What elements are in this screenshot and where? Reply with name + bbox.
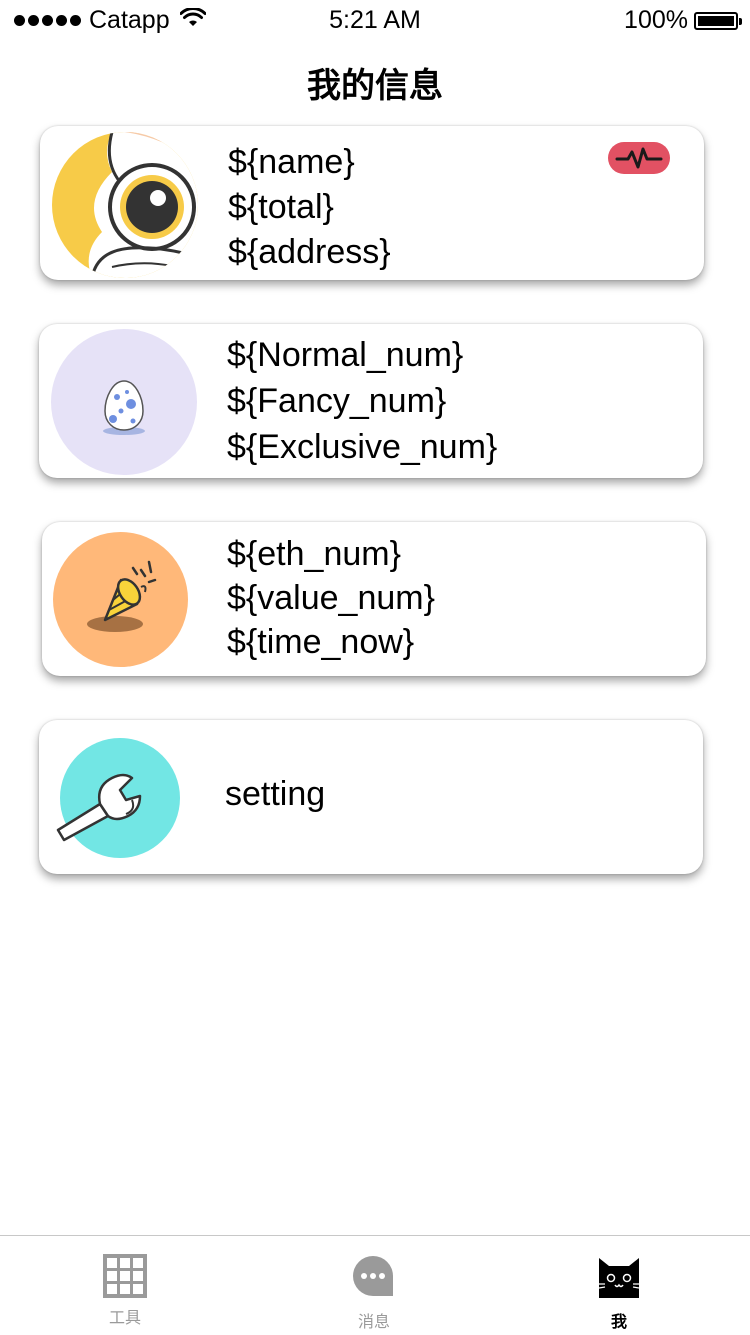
tab-me-label: 我 xyxy=(610,1314,627,1331)
setting-label: setting xyxy=(225,775,326,813)
address-text: ${address} xyxy=(228,233,391,271)
exclusive-num-text: ${Exclusive_num} xyxy=(227,428,498,466)
name-text: ${name} xyxy=(228,143,355,181)
owl-avatar xyxy=(52,132,198,278)
party-popper-icon xyxy=(53,532,188,667)
battery-percent: 100% xyxy=(624,6,688,34)
normal-num-text: ${Normal_num} xyxy=(227,336,464,374)
total-text: ${total} xyxy=(228,188,334,226)
eth-num-text: ${eth_num} xyxy=(227,535,401,573)
page-title: 我的信息 xyxy=(307,67,443,105)
value-card[interactable]: ${eth_num} ${value_num} ${time_now} xyxy=(42,522,706,676)
status-right: 100% xyxy=(624,6,742,35)
wrench-icon xyxy=(56,738,180,858)
chat-bubble-icon xyxy=(353,1256,393,1296)
fancy-num-text: ${Fancy_num} xyxy=(227,382,447,420)
tab-tools-label: 工具 xyxy=(108,1310,141,1327)
egg-icon xyxy=(51,329,197,475)
status-bar: Catapp 5:21 AM 100% xyxy=(0,0,750,40)
time-now-text: ${time_now} xyxy=(227,623,415,661)
value-num-text: ${value_num} xyxy=(227,579,435,617)
tab-bar: 工具 消息 我 xyxy=(0,1235,750,1335)
cat-icon xyxy=(598,1258,640,1298)
egg-count-card[interactable]: ${Normal_num} ${Fancy_num} ${Exclusive_n… xyxy=(39,324,703,478)
setting-lines: setting xyxy=(225,772,325,817)
grid-icon xyxy=(103,1254,147,1298)
setting-card[interactable]: setting xyxy=(39,720,703,874)
tab-messages[interactable]: 消息 xyxy=(314,1236,434,1335)
tab-messages-label: 消息 xyxy=(357,1314,390,1331)
value-lines: ${eth_num} ${value_num} ${time_now} xyxy=(227,532,435,664)
tab-me[interactable]: 我 xyxy=(559,1236,679,1335)
tab-tools[interactable]: 工具 xyxy=(65,1236,185,1335)
pulse-icon[interactable] xyxy=(608,142,670,174)
battery-icon xyxy=(694,11,742,30)
profile-card[interactable]: ${name} ${total} ${address} xyxy=(40,126,704,280)
egg-lines: ${Normal_num} ${Fancy_num} ${Exclusive_n… xyxy=(227,332,497,470)
profile-lines: ${name} ${total} ${address} xyxy=(228,140,391,275)
